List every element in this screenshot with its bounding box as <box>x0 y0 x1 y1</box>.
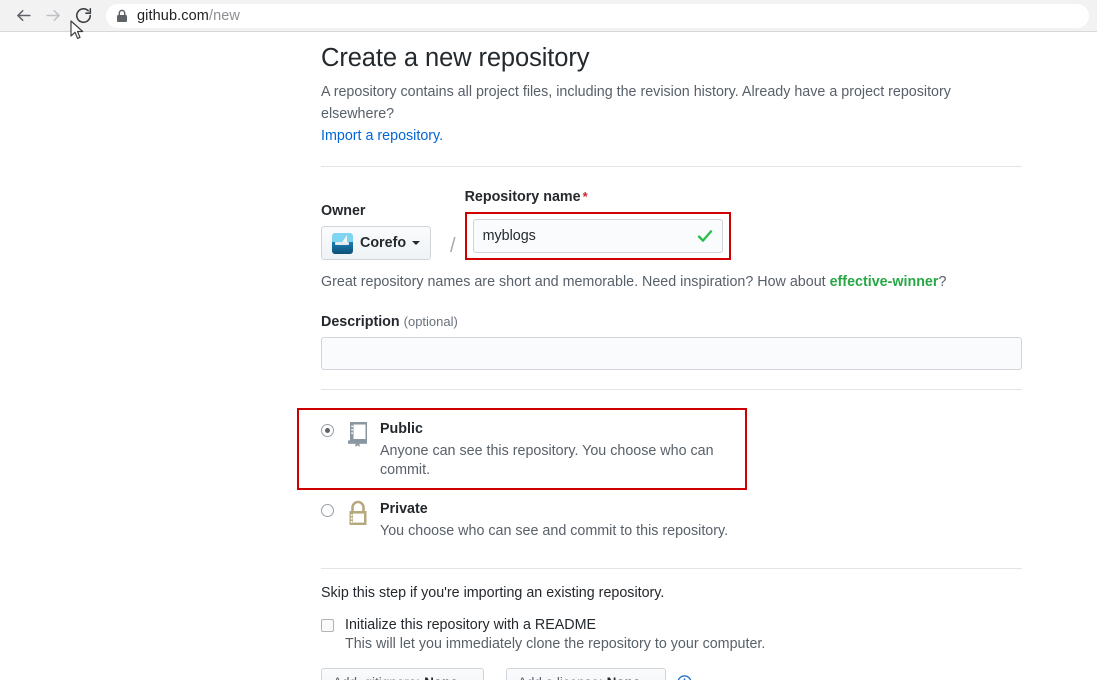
visibility-options: Public Anyone can see this repository. Y… <box>321 408 1022 548</box>
divider-top <box>321 166 1022 167</box>
license-label: Add a license: <box>518 675 603 680</box>
user-avatar-image <box>332 233 353 254</box>
license-dropdown[interactable]: Add a license: None <box>506 668 667 680</box>
owner-dropdown[interactable]: Corefo <box>321 226 431 260</box>
forward-arrow-icon <box>44 6 63 25</box>
chevron-down-icon <box>412 241 420 245</box>
page-title: Create a new repository <box>321 44 1022 73</box>
owner-label: Owner <box>321 203 441 219</box>
license-value: None <box>607 675 641 680</box>
visibility-public-desc: Anyone can see this repository. You choo… <box>380 442 735 481</box>
readme-option[interactable]: Initialize this repository with a README <box>321 616 1022 634</box>
visibility-option-private[interactable]: Private You choose who can see and commi… <box>321 490 1022 549</box>
back-arrow-icon <box>14 6 33 25</box>
owner-field: Owner Corefo <box>321 203 441 260</box>
owner-and-name-row: Owner Corefo / Repository name* <box>321 189 1022 260</box>
repo-name-hint: Great repository names are short and mem… <box>321 274 1022 290</box>
repo-name-hint-prefix: Great repository names are short and mem… <box>321 274 830 290</box>
visibility-private-title: Private <box>380 500 728 519</box>
repo-name-highlight-box <box>465 212 731 260</box>
skip-note: Skip this step if you're importing an ex… <box>321 585 1022 601</box>
description-field: Description (optional) <box>321 314 1022 370</box>
lock-icon <box>116 9 128 23</box>
repo-name-label-text: Repository name <box>465 189 581 205</box>
page-description-text: A repository contains all project files,… <box>321 84 951 122</box>
new-repo-form: Create a new repository A repository con… <box>321 44 1022 680</box>
url-path: /new <box>209 8 240 24</box>
visibility-private-texts: Private You choose who can see and commi… <box>380 500 728 541</box>
repo-name-input[interactable] <box>473 219 723 253</box>
divider-initialize <box>321 568 1022 569</box>
description-label: Description (optional) <box>321 314 1022 330</box>
visibility-private-desc: You choose who can see and commit to thi… <box>380 522 728 541</box>
reload-icon <box>74 6 93 25</box>
visibility-public-texts: Public Anyone can see this repository. Y… <box>380 420 735 480</box>
visibility-public-title: Public <box>380 420 735 439</box>
reload-button[interactable] <box>68 3 98 29</box>
gitignore-dropdown[interactable]: Add .gitignore: None <box>321 668 484 680</box>
description-label-text: Description <box>321 314 400 330</box>
readme-checkbox[interactable] <box>321 619 334 632</box>
owner-name-separator: / <box>450 236 456 256</box>
description-input[interactable] <box>321 337 1022 370</box>
description-optional-note: (optional) <box>404 314 458 329</box>
readme-sublabel: This will let you immediately clone the … <box>345 636 1022 652</box>
owner-name: Corefo <box>360 235 406 251</box>
visibility-option-public[interactable]: Public Anyone can see this repository. Y… <box>297 408 747 490</box>
lock-icon <box>345 500 371 533</box>
forward-button[interactable] <box>38 3 68 29</box>
initialize-section: Skip this step if you're importing an ex… <box>321 585 1022 680</box>
repo-name-hint-suffix: ? <box>938 274 946 290</box>
import-repository-link[interactable]: Import a repository. <box>321 128 443 144</box>
back-button[interactable] <box>8 3 38 29</box>
radio-public[interactable] <box>321 424 334 437</box>
repo-name-label: Repository name* <box>465 189 731 205</box>
page-body: Create a new repository A repository con… <box>0 32 1097 680</box>
gitignore-label: Add .gitignore: <box>333 675 420 680</box>
divider-visibility <box>321 389 1022 390</box>
gitignore-value: None <box>424 675 458 680</box>
url-text: github.com/new <box>137 8 240 24</box>
required-marker: * <box>583 189 588 204</box>
address-bar[interactable]: github.com/new <box>106 4 1089 28</box>
green-check-icon <box>696 227 714 245</box>
repo-book-icon <box>345 420 371 453</box>
browser-toolbar: github.com/new <box>0 0 1097 32</box>
radio-private[interactable] <box>321 504 334 517</box>
readme-label: Initialize this repository with a README <box>345 617 596 633</box>
suggested-name-link[interactable]: effective-winner <box>830 274 939 290</box>
repo-name-field: Repository name* <box>465 189 731 260</box>
template-dropdowns: Add .gitignore: None Add a license: None <box>321 668 1022 680</box>
readme-texts: Initialize this repository with a README <box>345 616 596 634</box>
info-circle-icon[interactable] <box>677 675 692 680</box>
repo-name-input-wrap <box>473 219 723 253</box>
url-domain: github.com <box>137 8 209 24</box>
page-description: A repository contains all project files,… <box>321 81 1022 147</box>
